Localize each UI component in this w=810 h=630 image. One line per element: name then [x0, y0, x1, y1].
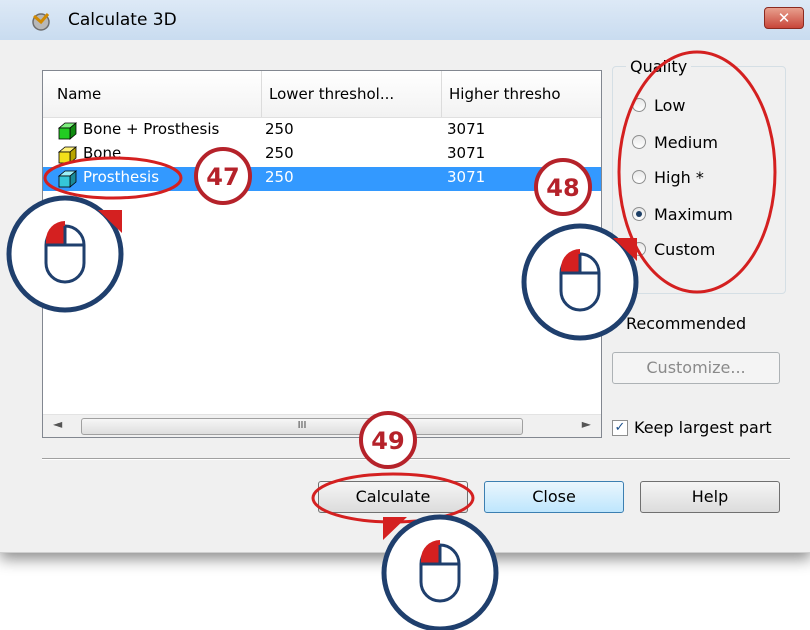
row-higher: 3071: [447, 144, 486, 162]
keep-largest-label: Keep largest part: [634, 418, 772, 437]
radio-high-icon[interactable]: [632, 170, 646, 184]
row-name: Bone + Prosthesis: [83, 120, 220, 138]
scroll-right-icon[interactable]: ►: [582, 417, 591, 431]
radio-maximum-label: Maximum: [654, 205, 733, 224]
scroll-left-icon[interactable]: ◄: [53, 417, 62, 431]
radio-low-icon[interactable]: [632, 98, 646, 112]
table-row-selected[interactable]: Prosthesis 250 3071: [43, 167, 601, 191]
close-button[interactable]: Close: [484, 481, 624, 513]
recommended-note: Recommended: [626, 314, 747, 333]
column-lower-threshold[interactable]: Lower threshol...: [269, 85, 439, 103]
help-button[interactable]: Help: [640, 481, 780, 513]
row-higher: 3071: [447, 120, 486, 138]
window-title: Calculate 3D: [68, 10, 177, 30]
cube-green-icon: [57, 122, 77, 140]
column-name[interactable]: Name: [57, 85, 101, 103]
table-row[interactable]: Bone + Prosthesis 250 3071: [43, 119, 601, 143]
row-name: Prosthesis: [83, 168, 160, 186]
mask-list[interactable]: Name Lower threshol... Higher thresho Bo…: [42, 70, 602, 438]
button-divider: [42, 458, 790, 460]
horizontal-scrollbar[interactable]: ◄ III ►: [43, 414, 601, 437]
row-lower: 250: [265, 144, 294, 162]
list-header: Name Lower threshol... Higher thresho: [43, 71, 601, 118]
calculate-3d-dialog: Calculate 3D ✕ Name Lower threshol... Hi…: [0, 0, 810, 553]
calculate-button[interactable]: Calculate: [318, 481, 468, 513]
radio-medium-icon[interactable]: [632, 135, 646, 149]
column-higher-threshold[interactable]: Higher thresho: [449, 85, 601, 103]
scroll-grip-icon: III: [297, 420, 307, 431]
row-name: Bone: [83, 144, 122, 162]
column-separator[interactable]: [441, 71, 442, 117]
radio-custom-icon[interactable]: [632, 242, 646, 256]
customize-button[interactable]: Customize...: [612, 352, 780, 384]
scroll-thumb[interactable]: III: [81, 418, 523, 435]
cube-cyan-icon: [57, 170, 77, 188]
row-lower: 250: [265, 120, 294, 138]
row-lower: 250: [265, 168, 294, 186]
window-close-icon[interactable]: ✕: [764, 7, 804, 29]
row-higher: 3071: [447, 168, 486, 186]
title-bar: Calculate 3D ✕: [0, 0, 810, 40]
quality-group-title: Quality: [626, 57, 692, 76]
radio-high-label: High *: [654, 168, 704, 187]
radio-maximum-selected-icon[interactable]: [632, 207, 646, 221]
table-row[interactable]: Bone 250 3071: [43, 143, 601, 167]
radio-custom-label: Custom: [654, 240, 716, 259]
radio-low-label: Low: [654, 96, 686, 115]
cube-yellow-icon: [57, 146, 77, 164]
app-icon: [32, 13, 50, 31]
keep-largest-checkbox[interactable]: ✓: [612, 420, 628, 436]
radio-medium-label: Medium: [654, 133, 718, 152]
column-separator[interactable]: [261, 71, 262, 117]
